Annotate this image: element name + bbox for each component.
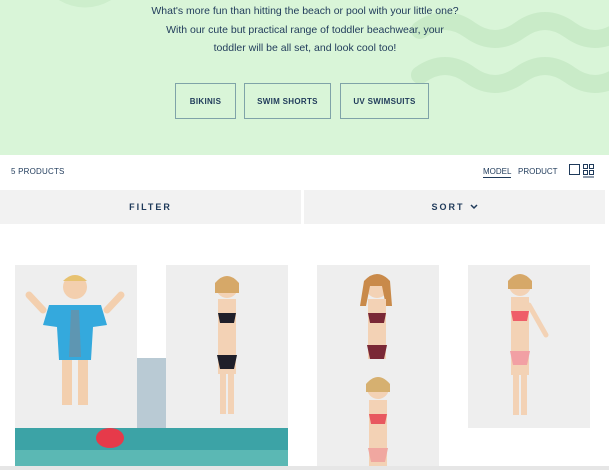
product-image [468,265,590,428]
product-card-zigzag-bikini[interactable] [317,265,439,372]
swim-shorts-button[interactable]: SWIM SHORTS [244,83,331,119]
bikinis-button[interactable]: BIKINIS [175,83,236,119]
page-divider [0,466,609,470]
grid-view-icon[interactable] [583,164,595,178]
sort-button[interactable]: SORT [304,190,605,224]
product-card-polka-bikini[interactable] [166,265,288,428]
collection-hero: What's more fun than hitting the beach o… [0,0,609,155]
product-image [166,265,288,428]
single-column-view-icon[interactable] [569,164,581,176]
product-card-uv-swimsuit[interactable] [15,265,137,428]
chevron-down-icon [469,204,478,210]
product-card-coral-bikini[interactable] [317,372,439,470]
product-image [317,265,439,372]
product-card-floral-bikini[interactable] [468,265,590,428]
product-image [317,372,439,470]
collection-description: What's more fun than hitting the beach o… [151,5,459,54]
product-image [15,265,137,428]
uv-swimsuits-button[interactable]: UV SWIMSUITS [340,83,429,119]
filter-label: FILTER [129,202,172,212]
product-count: 5 PRODUCTS [11,167,65,176]
filter-button[interactable]: FILTER [0,190,301,224]
model-view-toggle[interactable]: MODEL [483,167,512,178]
sort-label: SORT [431,202,465,212]
product-view-toggle[interactable]: PRODUCT [518,167,558,176]
